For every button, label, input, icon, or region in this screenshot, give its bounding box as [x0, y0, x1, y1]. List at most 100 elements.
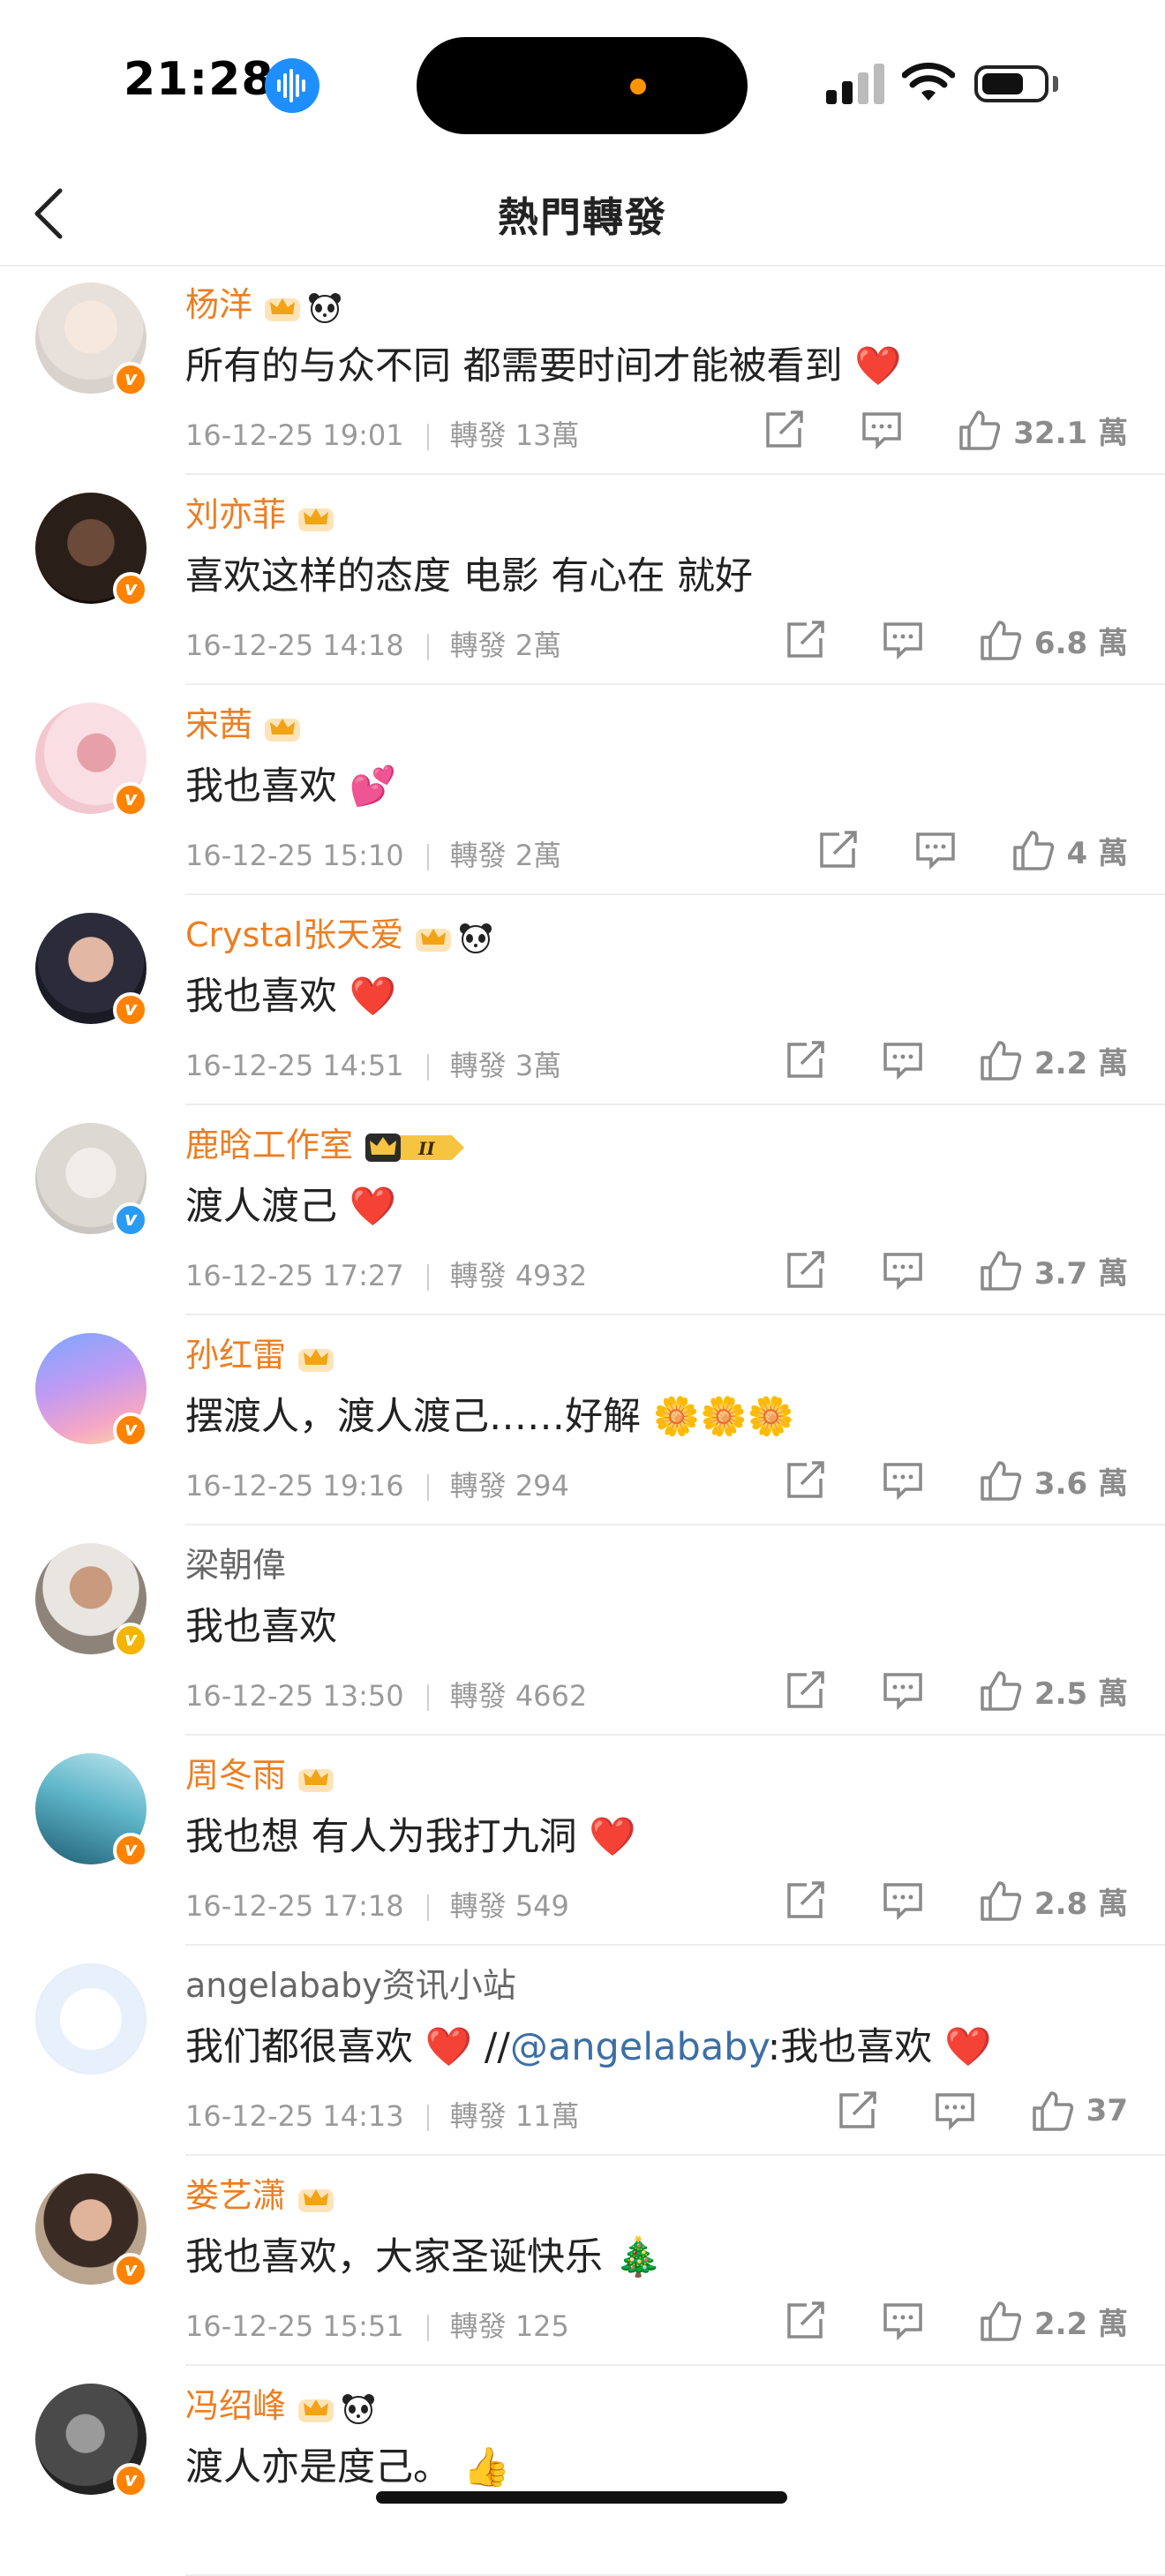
repost-row[interactable]: v Crystal张天爱 我也喜欢 ❤️ 16-12-25 14:51 轉發 3萬… — [0, 895, 1165, 1105]
comment-icon[interactable] — [915, 831, 956, 870]
user-name[interactable]: 刘亦菲 — [185, 487, 335, 536]
user-name[interactable]: 鹿晗工作室 II — [185, 1118, 468, 1166]
repost-count: 轉發 125 — [449, 2309, 569, 2343]
comment-icon[interactable] — [883, 1041, 923, 1080]
share-icon[interactable] — [785, 1251, 826, 1290]
repost-row[interactable]: v 鹿晗工作室 II 渡人渡己 ❤️ 16-12-25 17:27 轉發 4932 … — [0, 1105, 1165, 1315]
panda-icon — [342, 2393, 375, 2424]
page-title: 熱門轉發 — [498, 193, 667, 241]
comment-icon[interactable] — [883, 621, 923, 659]
repost-meta: 16-12-25 17:18 轉發 549 — [185, 1884, 569, 1924]
wifi-icon — [902, 63, 955, 101]
user-name[interactable]: Crystal张天爱 — [185, 908, 493, 956]
action-bar: 2.2 萬 — [729, 1038, 1128, 1082]
user-name[interactable]: 宋茜 — [185, 697, 302, 746]
repost-meta: 16-12-25 15:10 轉發 2萬 — [185, 833, 561, 874]
panda-icon — [460, 923, 492, 953]
share-icon[interactable] — [764, 411, 805, 449]
comment-icon[interactable] — [883, 1461, 923, 1500]
avatar[interactable] — [35, 1963, 147, 2075]
share-icon[interactable] — [785, 1671, 826, 1710]
crown-icon — [265, 718, 301, 742]
action-bar: 2.8 萬 — [729, 1879, 1128, 1923]
repost-row[interactable]: v 周冬雨 我也想 有人为我打九洞 ❤️ 16-12-25 17:18 轉發 54… — [0, 1736, 1165, 1946]
repost-text: 渡人渡己 ❤️ — [185, 1185, 397, 1229]
repost-meta: 16-12-25 14:13 轉發 11萬 — [185, 2094, 580, 2135]
like-icon[interactable] — [980, 620, 1022, 660]
like-count: 3.6 萬 — [1033, 1465, 1128, 1502]
christmas-tree-emoji: 🎄 — [614, 2235, 663, 2279]
like-icon[interactable] — [1012, 830, 1055, 870]
user-name[interactable]: 孙红雷 — [185, 1328, 335, 1376]
action-bar: 2.5 萬 — [729, 1668, 1128, 1713]
repost-row[interactable]: v 杨洋 所有的与众不同 都需要时间才能被看到 ❤️ 16-12-25 19:0… — [0, 265, 1165, 475]
share-icon[interactable] — [785, 621, 826, 659]
verified-badge-icon: v — [113, 572, 148, 607]
repost-meta: 16-12-25 14:51 轉發 3萬 — [185, 1043, 561, 1084]
like-icon[interactable] — [980, 1880, 1022, 1921]
like-icon[interactable] — [980, 1460, 1022, 1501]
like-icon[interactable] — [1032, 2090, 1074, 2131]
repost-text: 我们都很喜欢 ❤️ //@angelababy:我也喜欢 ❤️ — [185, 2025, 992, 2069]
repost-list: v 杨洋 所有的与众不同 都需要时间才能被看到 ❤️ 16-12-25 19:0… — [0, 265, 1165, 2576]
share-icon[interactable] — [838, 2091, 878, 2130]
status-time: 21:28 — [124, 53, 274, 106]
post-time: 16-12-25 19:01 — [185, 418, 404, 452]
repost-count: 轉發 13萬 — [449, 418, 580, 452]
status-bar: 21:28 — [0, 0, 1165, 168]
action-bar: 32.1 萬 — [708, 408, 1128, 452]
repost-count: 轉發 2萬 — [449, 839, 562, 872]
user-name[interactable]: 杨洋 — [185, 277, 342, 326]
verified-badge-icon: v — [113, 2253, 148, 2288]
action-bar: 3.6 萬 — [729, 1458, 1128, 1503]
share-icon[interactable] — [785, 1881, 826, 1920]
repost-text: 摆渡人，渡人渡己……好解 🌼🌼🌼 — [185, 1395, 795, 1439]
share-icon[interactable] — [818, 831, 859, 870]
panda-icon — [309, 292, 342, 323]
post-time: 16-12-25 17:27 — [185, 1259, 404, 1292]
repost-text: 我也喜欢 ❤️ — [185, 975, 397, 1019]
repost-meta: 16-12-25 19:16 轉發 294 — [185, 1464, 569, 1504]
like-icon[interactable] — [980, 2301, 1022, 2341]
user-name[interactable]: angelababy资讯小站 — [185, 1958, 516, 2007]
action-bar: 6.8 萬 — [729, 618, 1128, 662]
battery-cap — [1053, 76, 1058, 92]
share-icon[interactable] — [785, 1041, 826, 1080]
like-icon[interactable] — [980, 1670, 1022, 1711]
action-bar: 2.2 萬 — [729, 2299, 1128, 2343]
repost-row[interactable]: v 冯绍峰 渡人亦是度己。 👍 — [0, 2366, 1165, 2576]
repost-row[interactable]: v 孙红雷 摆渡人，渡人渡己……好解 🌼🌼🌼 16-12-25 19:16 轉發 … — [0, 1315, 1165, 1525]
like-count: 4 萬 — [1066, 835, 1129, 871]
comment-icon[interactable] — [883, 2301, 923, 2340]
repost-row[interactable]: v 梁朝偉 我也喜欢 16-12-25 13:50 轉發 4662 2.5 萬 — [0, 1525, 1165, 1736]
mention-link[interactable]: @angelababy — [510, 2025, 768, 2069]
hearts-emoji: 💕 — [349, 765, 397, 809]
voice-memo-icon[interactable] — [265, 58, 319, 113]
like-icon[interactable] — [958, 410, 1001, 450]
repost-row[interactable]: v 刘亦菲 喜欢这样的态度 电影 有心在 就好 16-12-25 14:18 轉發… — [0, 475, 1165, 685]
action-bar: 4 萬 — [762, 828, 1129, 872]
user-name[interactable]: 冯绍峰 — [185, 2378, 376, 2427]
repost-count: 轉發 549 — [449, 1889, 569, 1923]
like-icon[interactable] — [980, 1040, 1022, 1081]
verified-badge-icon: v — [113, 992, 148, 1028]
verified-badge-icon: v — [113, 1202, 148, 1238]
comment-icon[interactable] — [883, 1251, 923, 1290]
repost-row[interactable]: angelababy资讯小站 我们都很喜欢 ❤️ //@angelababy:我… — [0, 1946, 1165, 2156]
comment-icon[interactable] — [883, 1881, 923, 1920]
home-indicator[interactable] — [376, 2491, 787, 2504]
user-name[interactable]: 梁朝偉 — [185, 1538, 286, 1586]
verified-badge-icon: v — [113, 782, 148, 817]
user-name[interactable]: 周冬雨 — [185, 1748, 335, 1796]
comment-icon[interactable] — [861, 411, 902, 449]
comment-icon[interactable] — [883, 1671, 923, 1710]
comment-icon[interactable] — [935, 2091, 975, 2130]
like-count: 3.7 萬 — [1033, 1255, 1128, 1292]
repost-row[interactable]: v 娄艺潇 我也喜欢，大家圣诞快乐 🎄 16-12-25 15:51 轉發 125… — [0, 2156, 1165, 2366]
share-icon[interactable] — [785, 1461, 826, 1500]
user-name[interactable]: 娄艺潇 — [185, 2168, 335, 2217]
like-icon[interactable] — [980, 1250, 1022, 1291]
repost-row[interactable]: v 宋茜 我也喜欢 💕 16-12-25 15:10 轉發 2萬 4 萬 — [0, 685, 1165, 895]
share-icon[interactable] — [785, 2301, 826, 2340]
heart-icon: ❤️ — [425, 2025, 473, 2069]
